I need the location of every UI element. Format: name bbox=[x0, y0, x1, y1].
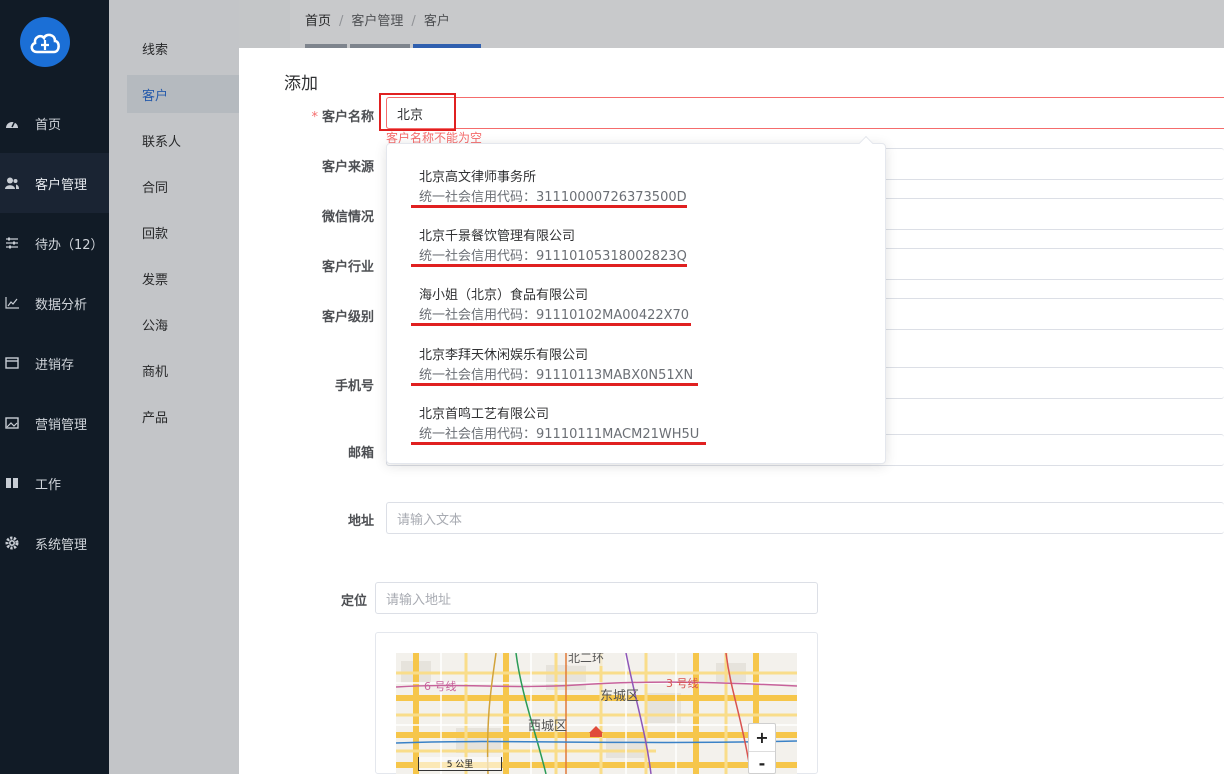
nav-label: 待办（12） bbox=[35, 237, 104, 253]
users-icon bbox=[5, 176, 19, 190]
annotation-box bbox=[379, 93, 456, 131]
email-label: 邮箱 bbox=[347, 446, 374, 461]
address-label: 地址 bbox=[347, 514, 374, 529]
suggestion-name: 北京高文律师事务所 bbox=[419, 170, 537, 185]
nav-label: 数据分析 bbox=[35, 297, 88, 313]
annotation-underline bbox=[411, 205, 687, 208]
suggestion-item[interactable]: 北京李拜天休闲娱乐有限公司 统一社会信用代码：91110113MABX0N51X… bbox=[411, 344, 879, 396]
nav-item-system[interactable]: 系统管理 bbox=[0, 513, 109, 573]
suggestion-name: 北京千景餐饮管理有限公司 bbox=[419, 229, 576, 244]
suggestion-credit-code: 统一社会信用代码：31110000726373500D bbox=[419, 190, 687, 205]
annotation-underline bbox=[411, 442, 706, 445]
customer-name-input[interactable]: 北京 bbox=[386, 97, 1224, 129]
suggestion-item[interactable]: 北京千景餐饮管理有限公司 统一社会信用代码：91110105318002823Q bbox=[411, 225, 879, 277]
nav-item-customer-management[interactable]: 客户管理 bbox=[0, 153, 109, 213]
box-icon bbox=[5, 356, 19, 370]
suggestion-credit-code: 统一社会信用代码：91110102MA00422X70 bbox=[419, 308, 690, 323]
wechat-status-label: 微信情况 bbox=[321, 210, 374, 225]
sliders-icon bbox=[5, 236, 19, 250]
suggestion-credit-code: 统一社会信用代码：91110105318002823Q bbox=[419, 249, 687, 264]
location-label: 定位 bbox=[340, 594, 367, 609]
nav-label: 工作 bbox=[35, 477, 62, 493]
suggestion-name: 北京李拜天休闲娱乐有限公司 bbox=[419, 348, 589, 363]
suggestion-item[interactable]: 北京高文律师事务所 统一社会信用代码：31110000726373500D bbox=[411, 166, 879, 218]
dialog-title: 添加 bbox=[284, 74, 318, 94]
map-label-line3: 3 号线 bbox=[666, 677, 699, 690]
location-search-input[interactable]: 请输入地址 bbox=[375, 582, 818, 614]
suggestion-item[interactable]: 北京首鸣工艺有限公司 统一社会信用代码：91110111MACM21WH5U bbox=[411, 403, 879, 455]
nav-item-home[interactable]: 首页 bbox=[0, 93, 109, 153]
map-label-ring: 北二环 bbox=[568, 653, 605, 666]
address-input[interactable]: 请输入文本 bbox=[386, 502, 1224, 534]
nav-item-marketing[interactable]: 营销管理 bbox=[0, 393, 109, 453]
chart-icon bbox=[5, 296, 19, 310]
map-view[interactable]: 北二环 6 号线 3 号线 东城区 西城区 5 公里 bbox=[396, 653, 797, 774]
nav-label: 系统管理 bbox=[35, 537, 88, 553]
zoom-out-button[interactable]: - bbox=[749, 751, 775, 774]
nav-item-data-analysis[interactable]: 数据分析 bbox=[0, 273, 109, 333]
map-scale-label: 5 公里 bbox=[446, 760, 474, 770]
customer-level-label: 客户级别 bbox=[321, 310, 374, 325]
annotation-underline bbox=[411, 323, 691, 326]
phone-label: 手机号 bbox=[334, 379, 374, 394]
customer-name-label: * 客户名称 bbox=[311, 110, 374, 125]
address-placeholder: 请输入文本 bbox=[397, 512, 463, 528]
main-sidebar: 首页 客户管理 待办（12） 数据分析 进销存 营销管理 工作 系统管理 bbox=[0, 0, 109, 774]
location-placeholder: 请输入地址 bbox=[386, 592, 452, 608]
nav-item-inventory[interactable]: 进销存 bbox=[0, 333, 109, 393]
zoom-in-button[interactable]: + bbox=[749, 724, 775, 751]
book-icon bbox=[5, 476, 19, 490]
dashboard-icon bbox=[5, 116, 19, 130]
map-label-xicheng: 西城区 bbox=[528, 719, 568, 734]
map-label-dongcheng: 东城区 bbox=[600, 689, 640, 704]
image-icon bbox=[5, 416, 19, 430]
map-label-line6: 6 号线 bbox=[424, 680, 457, 693]
suggestion-name: 海小姐（北京）食品有限公司 bbox=[419, 288, 589, 303]
company-suggestion-dropdown: 北京高文律师事务所 统一社会信用代码：31110000726373500D 北京… bbox=[386, 135, 886, 464]
map-zoom-control: + - bbox=[748, 723, 776, 774]
suggestion-name: 北京首鸣工艺有限公司 bbox=[419, 407, 550, 422]
nav-label: 营销管理 bbox=[35, 417, 88, 433]
gear-icon bbox=[5, 536, 19, 550]
nav-label: 首页 bbox=[35, 117, 62, 133]
customer-source-label: 客户来源 bbox=[321, 160, 374, 175]
nav-label: 客户管理 bbox=[35, 177, 88, 193]
annotation-underline bbox=[411, 383, 698, 386]
cloud-logo-icon[interactable] bbox=[20, 17, 70, 67]
nav-label: 进销存 bbox=[35, 357, 75, 373]
suggestion-credit-code: 统一社会信用代码：91110111MACM21WH5U bbox=[419, 427, 700, 442]
customer-industry-label: 客户行业 bbox=[321, 260, 374, 275]
nav-item-work[interactable]: 工作 bbox=[0, 453, 109, 513]
suggestion-item[interactable]: 海小姐（北京）食品有限公司 统一社会信用代码：91110102MA00422X7… bbox=[411, 284, 879, 336]
annotation-underline bbox=[411, 264, 687, 267]
suggestion-credit-code: 统一社会信用代码：91110113MABX0N51XN bbox=[419, 368, 694, 383]
map-scale-bar: 5 公里 bbox=[418, 757, 502, 771]
nav-item-todo[interactable]: 待办（12） bbox=[0, 213, 109, 273]
